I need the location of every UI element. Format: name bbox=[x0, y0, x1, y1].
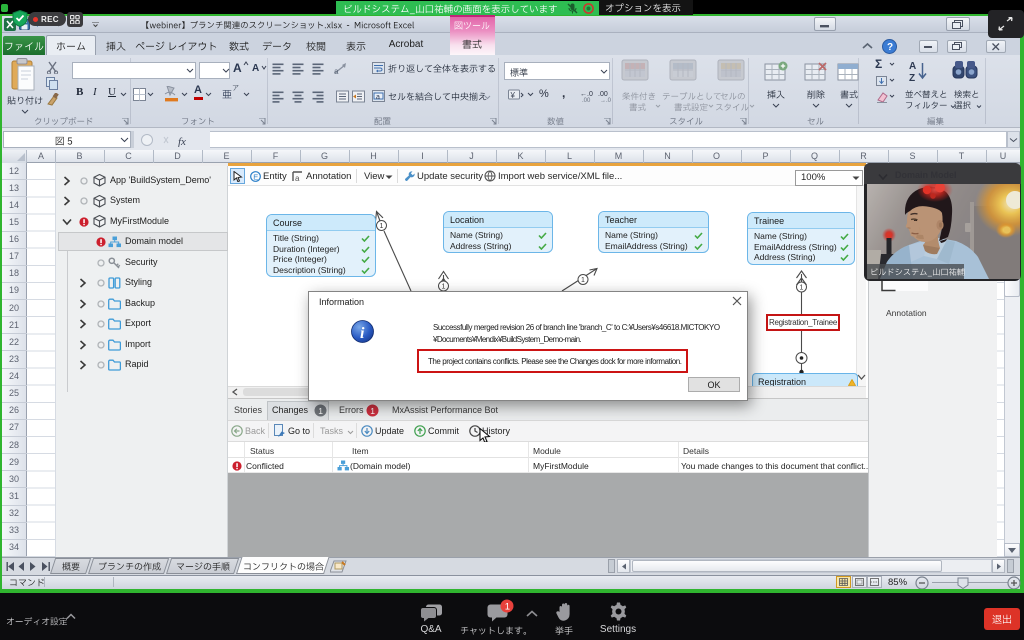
svg-text:1: 1 bbox=[380, 223, 384, 230]
svg-text:1: 1 bbox=[800, 285, 804, 292]
svg-text:Z: Z bbox=[909, 73, 915, 84]
svg-text:1: 1 bbox=[318, 406, 323, 416]
svg-text:fx: fx bbox=[178, 136, 186, 147]
svg-text:1: 1 bbox=[442, 284, 446, 291]
svg-text:←.0: ←.0 bbox=[580, 91, 593, 98]
svg-text:1: 1 bbox=[505, 602, 510, 613]
svg-text:a: a bbox=[295, 174, 300, 182]
svg-text:1: 1 bbox=[581, 277, 585, 284]
svg-text:E: E bbox=[253, 172, 258, 181]
svg-text:?: ? bbox=[887, 42, 893, 53]
svg-text:→.0: →.0 bbox=[600, 98, 612, 102]
svg-text:¥: ¥ bbox=[510, 91, 516, 100]
svg-text:i: i bbox=[360, 325, 365, 342]
svg-text:a: a bbox=[376, 94, 380, 101]
svg-text:a: a bbox=[334, 67, 339, 75]
svg-text:.00: .00 bbox=[598, 91, 608, 98]
svg-text:1: 1 bbox=[370, 406, 375, 416]
svg-text:A: A bbox=[909, 61, 916, 72]
svg-text:.00: .00 bbox=[582, 98, 591, 102]
